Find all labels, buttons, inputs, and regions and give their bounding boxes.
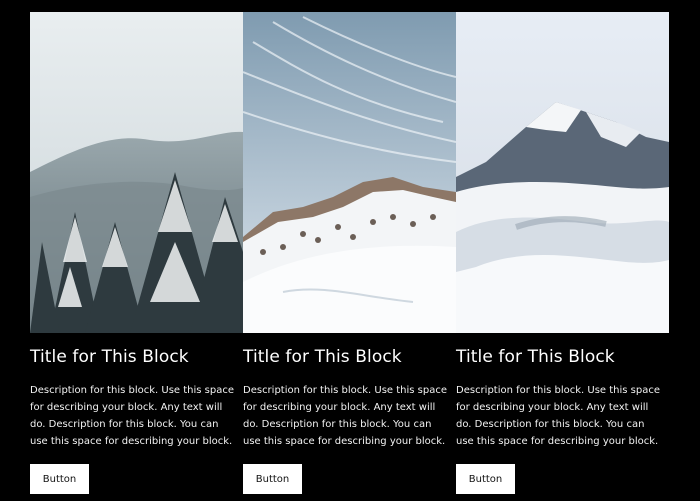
block-button[interactable]: Button — [30, 464, 89, 494]
block-description: Description for this block. Use this spa… — [30, 385, 234, 447]
block-card-3: Title for This Block Description for thi… — [456, 12, 669, 501]
block-card-2: Title for This Block Description for thi… — [243, 12, 456, 501]
block-title: Title for This Block — [456, 347, 615, 367]
block-description: Description for this block. Use this spa… — [456, 385, 660, 447]
block-button[interactable]: Button — [243, 464, 302, 494]
blocks-grid: Title for This Block Description for thi… — [30, 12, 669, 501]
block-button[interactable]: Button — [456, 464, 515, 494]
block-title: Title for This Block — [243, 347, 402, 367]
block-card-1: Title for This Block Description for thi… — [30, 12, 243, 501]
mountain-clouds-image — [456, 12, 669, 333]
snowy-ridge-image — [243, 12, 456, 333]
block-description: Description for this block. Use this spa… — [243, 385, 447, 447]
block-title: Title for This Block — [30, 347, 189, 367]
snowy-forest-image — [30, 12, 243, 333]
